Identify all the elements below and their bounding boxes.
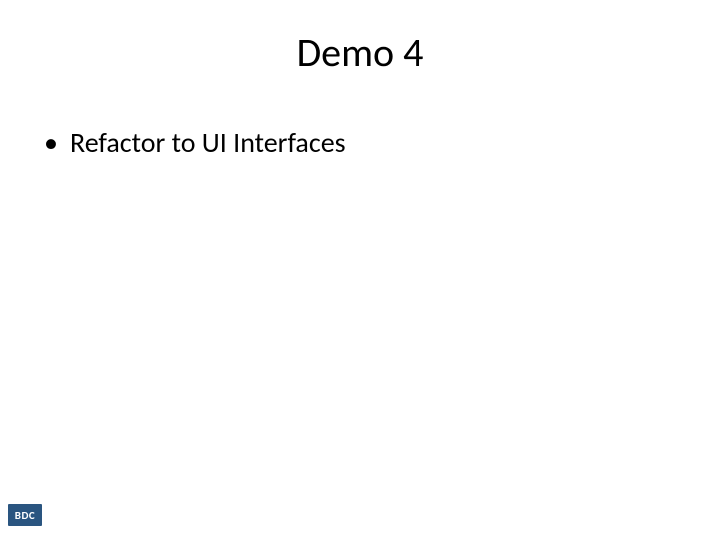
bullet-list: Refactor to UI Interfaces — [36, 125, 684, 161]
bullet-item: Refactor to UI Interfaces — [42, 125, 684, 161]
slide-container: Demo 4 Refactor to UI Interfaces BDC — [0, 0, 720, 540]
bdc-logo: BDC — [8, 504, 42, 526]
slide-title: Demo 4 — [36, 28, 684, 77]
